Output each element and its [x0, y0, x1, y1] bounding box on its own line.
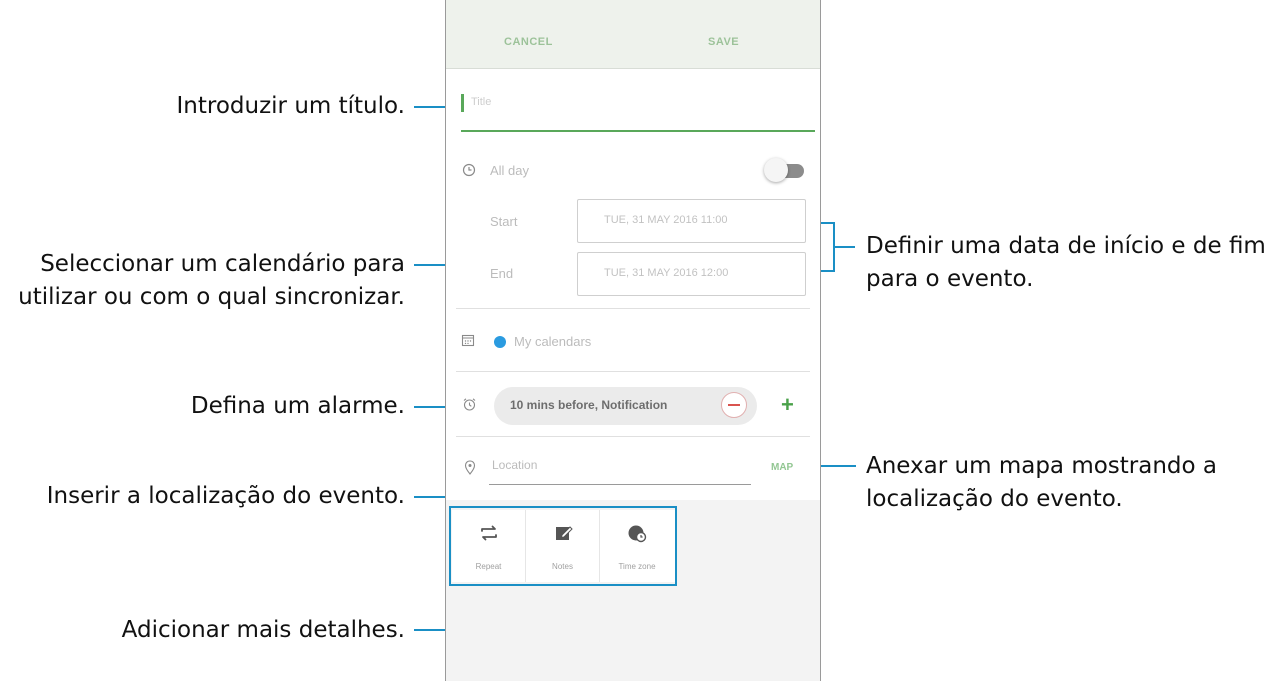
annotation-calendar: Seleccionar um calendário para utilizar …: [0, 248, 405, 314]
location-underline: [489, 484, 751, 485]
title-input[interactable]: Title: [461, 90, 815, 132]
end-label: End: [490, 266, 514, 281]
annotation-location: Inserir a localização do evento.: [46, 483, 405, 509]
annotation-dates-line2: para o evento.: [866, 266, 1034, 292]
calendar-color-dot: [494, 336, 506, 348]
title-placeholder: Title: [471, 96, 492, 108]
annotation-alarm: Defina um alarme.: [190, 393, 405, 419]
location-input[interactable]: Location: [492, 458, 537, 472]
annotation-calendar-line1: Seleccionar um calendário para: [40, 251, 405, 277]
alarm-icon: [462, 397, 477, 415]
end-date-field[interactable]: TUE, 31 MAY 2016 12:00: [577, 252, 806, 296]
annotation-title: Introduzir um título.: [176, 93, 405, 119]
annotation-dates: Definir uma data de início e de fim para…: [866, 230, 1266, 296]
action-bar: CANCEL SAVE: [446, 0, 820, 69]
all-day-toggle-knob[interactable]: [764, 158, 788, 182]
start-label: Start: [490, 214, 518, 229]
calendar-icon: [461, 333, 475, 350]
callout-line-dates: [833, 246, 855, 248]
cancel-button[interactable]: CANCEL: [504, 36, 553, 48]
divider: [456, 371, 810, 372]
calendar-selector[interactable]: My calendars: [514, 334, 591, 349]
divider: [456, 308, 810, 309]
alarm-value: 10 mins before, Notification: [510, 398, 668, 412]
annotation-dates-line1: Definir uma data de início e de fim: [866, 233, 1266, 259]
all-day-label: All day: [490, 163, 530, 178]
remove-alarm-button[interactable]: [721, 392, 747, 418]
event-form: CANCEL SAVE Title All day Start TUE, 31 …: [446, 0, 820, 500]
save-button[interactable]: SAVE: [708, 36, 739, 48]
add-alarm-button[interactable]: +: [781, 392, 794, 418]
map-button[interactable]: MAP: [771, 462, 793, 473]
divider: [456, 436, 810, 437]
text-cursor: [461, 94, 464, 112]
clock-icon: [462, 163, 476, 180]
annotation-map: Anexar um mapa mostrando a localização d…: [866, 450, 1217, 516]
details-highlight-box: [449, 506, 677, 586]
start-date-value: TUE, 31 MAY 2016 11:00: [604, 214, 728, 226]
annotation-map-line1: Anexar um mapa mostrando a: [866, 453, 1218, 479]
location-pin-icon: [464, 460, 476, 479]
annotation-calendar-line2: utilizar ou com o qual sincronizar.: [18, 284, 405, 310]
start-date-field[interactable]: TUE, 31 MAY 2016 11:00: [577, 199, 806, 243]
annotation-map-line2: localização do evento.: [866, 486, 1123, 512]
alarm-chip[interactable]: 10 mins before, Notification: [494, 387, 757, 425]
minus-icon: [728, 404, 740, 406]
end-date-value: TUE, 31 MAY 2016 12:00: [604, 267, 729, 279]
annotation-details: Adicionar mais detalhes.: [121, 617, 405, 643]
